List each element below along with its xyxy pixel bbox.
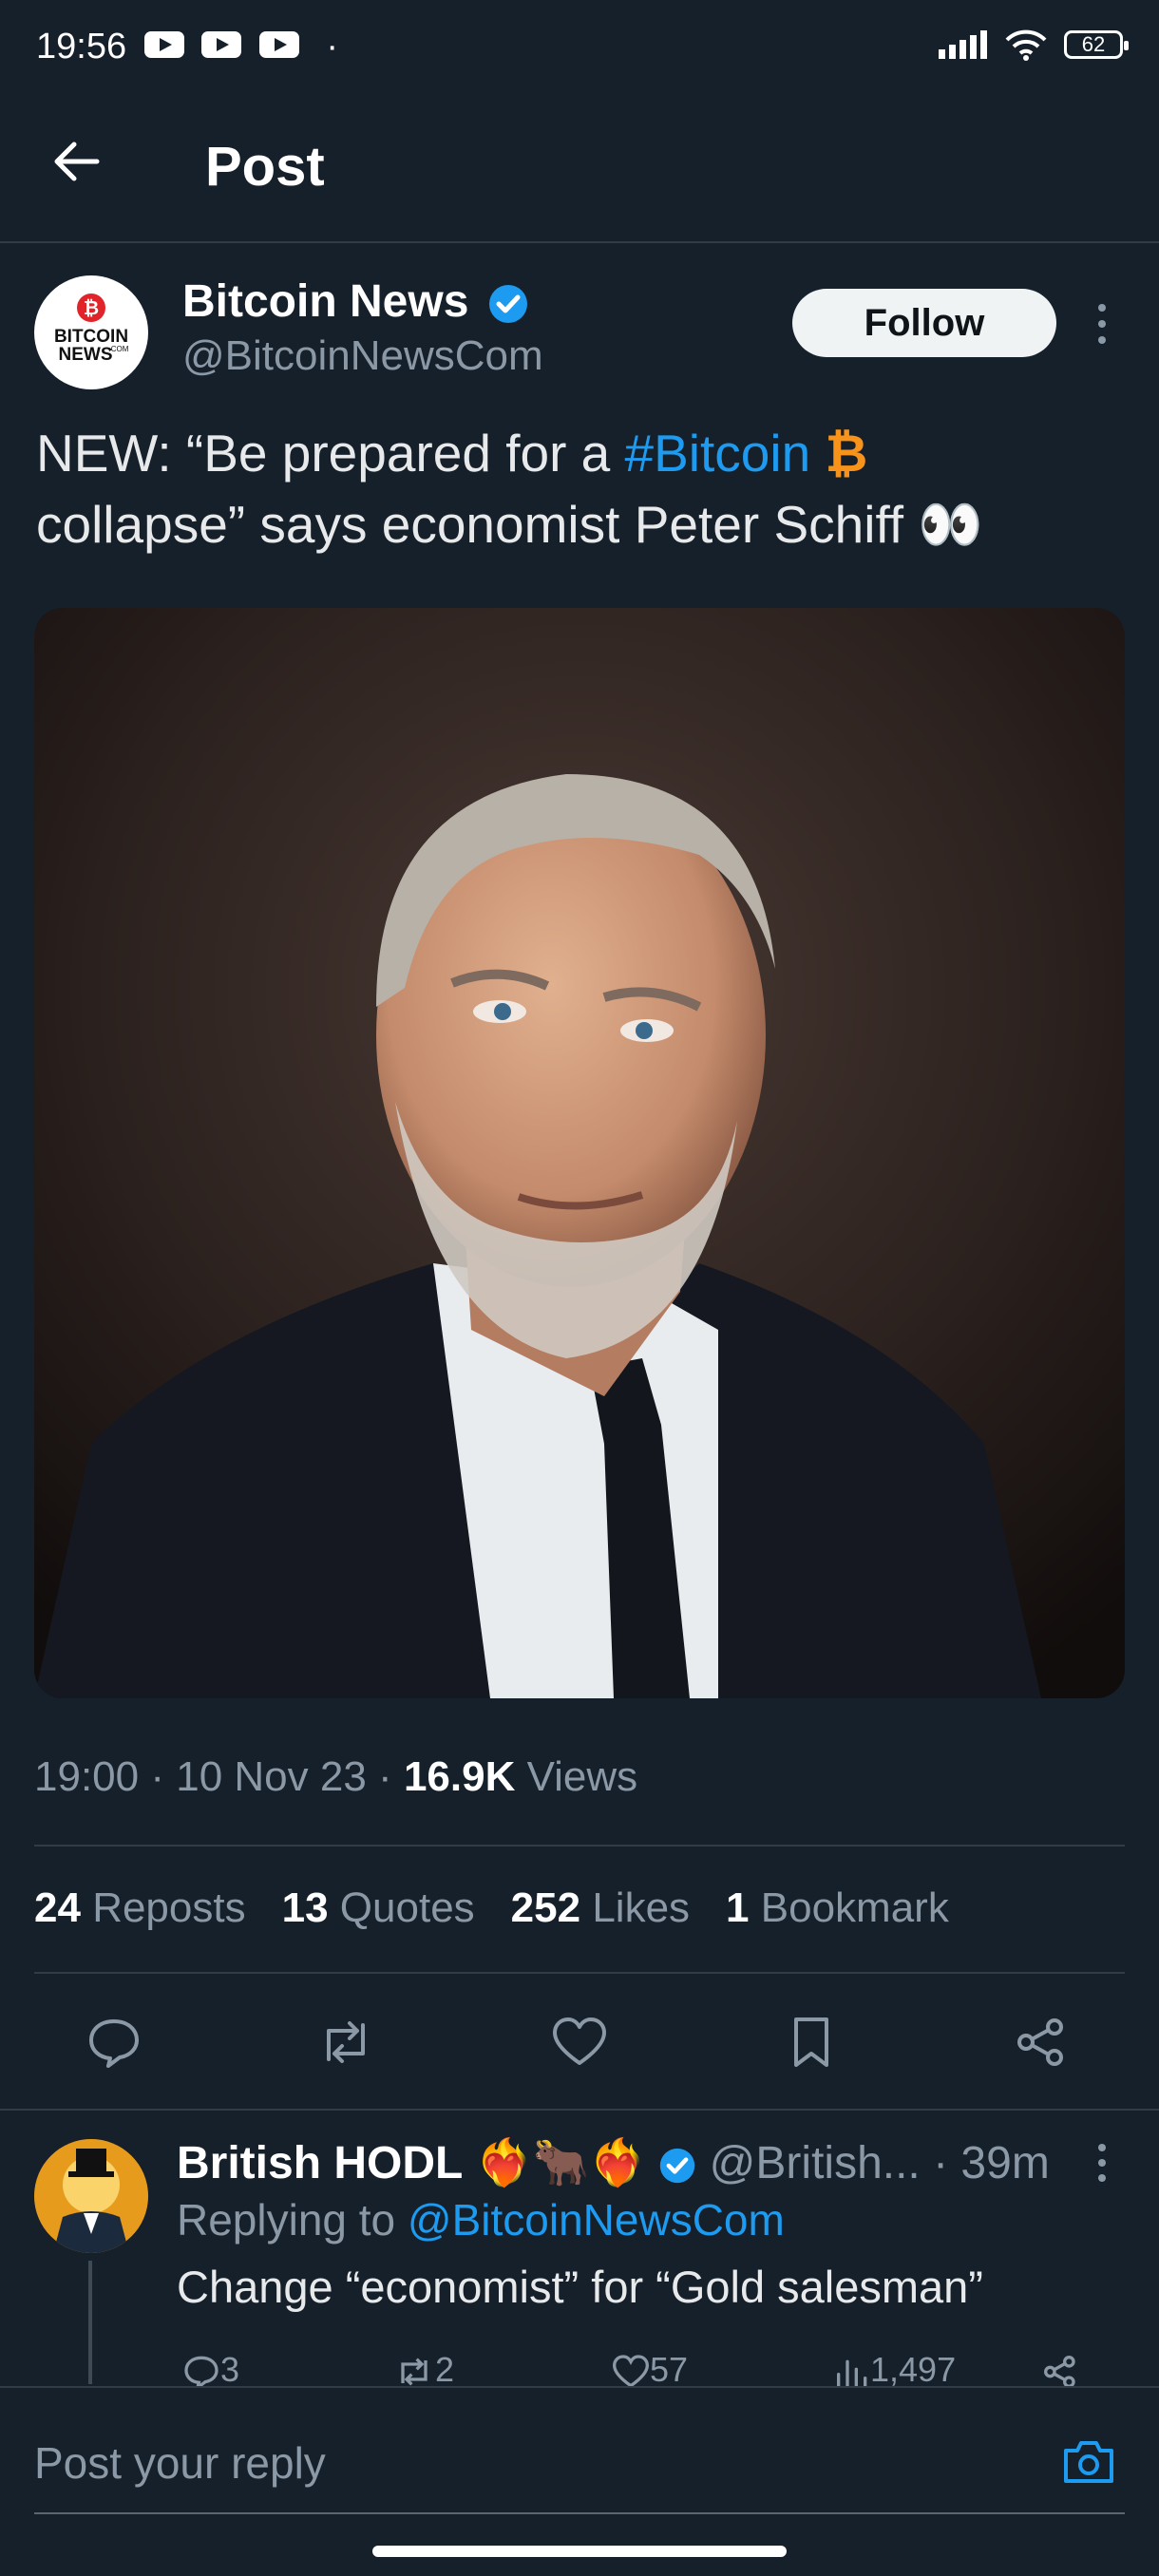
reply-reposts-count: 2 xyxy=(435,2350,455,2389)
stat-reposts[interactable]: 24 Reposts xyxy=(34,1885,246,1932)
meta-separator: · xyxy=(150,1753,164,1800)
reply-comment-button[interactable]: 3 xyxy=(182,2350,240,2393)
engagement-stats: 24 Reposts 13 Quotes 252 Likes 1 Bookmar… xyxy=(34,1885,949,1932)
post-time: 19:00 xyxy=(34,1753,140,1800)
replying-to-label: Replying to xyxy=(177,2195,396,2245)
back-arrow-icon xyxy=(54,142,100,181)
reply-views-button[interactable]: 1,497 xyxy=(832,2350,956,2391)
battery-icon: 62 xyxy=(1064,30,1129,59)
reply-input[interactable]: Post your reply xyxy=(34,2437,326,2489)
meta-separator: · xyxy=(378,1753,392,1800)
reply-author-name: British HODL xyxy=(177,2138,464,2188)
post-image[interactable] xyxy=(34,608,1125,1698)
eyes-emoji: 👀 xyxy=(918,495,983,554)
reply-emojis: ❤️‍🔥🐂❤️‍🔥 xyxy=(475,2138,646,2188)
stat-quotes[interactable]: 13 Quotes xyxy=(282,1885,475,1932)
camera-button[interactable] xyxy=(1060,2434,1117,2491)
reply-share-button[interactable] xyxy=(1041,2350,1079,2391)
bitcoin-symbol-icon: ₿ xyxy=(825,423,868,483)
reply-text: Change “economist” for “Gold salesman” xyxy=(177,2262,983,2312)
reply-action-bar: 3 2 57 1,497 xyxy=(177,2350,1089,2393)
post-meta: 19:00 · 10 Nov 23 · 16.9K Views xyxy=(34,1753,637,1801)
post-date: 10 Nov 23 xyxy=(176,1753,367,1800)
status-icons: 62 xyxy=(939,28,1129,61)
reply-repost-button[interactable]: 2 xyxy=(393,2350,454,2391)
follow-button[interactable]: Follow xyxy=(792,289,1056,357)
post-text: NEW: “Be prepared for a #Bitcoin ₿ colla… xyxy=(36,418,1129,560)
verified-badge-icon xyxy=(488,285,527,324)
logo-line2: NEWS xyxy=(59,345,113,365)
views-count: 16.9K xyxy=(403,1753,516,1800)
thread-connector xyxy=(88,2261,92,2384)
author-name-row[interactable]: Bitcoin News xyxy=(182,275,529,328)
youtube-notification-icon xyxy=(258,31,299,58)
reply-header[interactable]: British HODL ❤️‍🔥🐂❤️‍🔥 @British... · 39m xyxy=(177,2135,1050,2189)
bookmark-icon xyxy=(794,2017,828,2067)
reply-author-handle: @British... xyxy=(709,2138,921,2188)
composer-divider xyxy=(0,2386,1159,2388)
logo-small: .COM xyxy=(109,345,129,353)
reply-time: · 39m xyxy=(933,2138,1050,2188)
home-indicator[interactable] xyxy=(372,2546,787,2557)
heart-icon xyxy=(553,2017,606,2065)
signal-icon xyxy=(939,30,987,59)
composer-underline xyxy=(34,2512,1125,2514)
status-time: 19:56 · xyxy=(36,27,338,67)
author-name: Bitcoin News xyxy=(182,276,469,327)
wifi-icon xyxy=(1005,29,1047,61)
reply-more-icon[interactable] xyxy=(1092,2141,1112,2185)
stat-likes[interactable]: 252 Likes xyxy=(511,1885,690,1932)
author-avatar[interactable]: ₿ BITCOIN NEWS .COM xyxy=(34,275,148,389)
bitcoin-news-logo: ₿ BITCOIN NEWS .COM xyxy=(54,294,129,365)
camera-icon xyxy=(1064,2441,1113,2483)
post-text-prefix: NEW: “Be prepared for a xyxy=(36,424,625,483)
replying-to-handle[interactable]: @BitcoinNewsCom xyxy=(408,2195,785,2245)
replying-to: Replying to @BitcoinNewsCom xyxy=(177,2194,785,2245)
youtube-notification-icon xyxy=(143,31,184,58)
verified-badge-icon xyxy=(660,2149,695,2184)
logo-line1: BITCOIN xyxy=(54,327,128,347)
youtube-notification-icon xyxy=(201,31,242,58)
back-button[interactable] xyxy=(48,133,114,199)
status-clock: 19:56 xyxy=(36,27,127,66)
more-options-icon[interactable] xyxy=(1092,300,1112,348)
views-label: Views xyxy=(526,1753,638,1800)
status-dot: · xyxy=(326,27,338,66)
british-hodl-avatar xyxy=(34,2139,148,2253)
battery-level: 62 xyxy=(1081,32,1106,56)
page-title: Post xyxy=(205,136,325,198)
repost-icon xyxy=(327,2021,365,2063)
hashtag-link[interactable]: #Bitcoin xyxy=(625,424,811,483)
stat-bookmarks[interactable]: 1 Bookmark xyxy=(726,1885,949,1932)
reply-avatar[interactable] xyxy=(34,2139,148,2253)
meta-divider xyxy=(34,1845,1125,1847)
bookmark-button[interactable] xyxy=(773,2004,849,2080)
logo-bitcoin-symbol: ₿ xyxy=(84,296,99,319)
reply-button[interactable] xyxy=(76,2004,152,2080)
stats-divider xyxy=(34,1972,1125,1974)
portrait-photo xyxy=(34,608,1125,1698)
reply-views-count: 1,497 xyxy=(870,2350,957,2389)
repost-button[interactable] xyxy=(308,2004,384,2080)
like-button[interactable] xyxy=(542,2004,618,2080)
author-handle[interactable]: @BitcoinNewsCom xyxy=(182,332,543,380)
reply-replies-count: 3 xyxy=(220,2350,240,2389)
header-divider xyxy=(0,241,1159,243)
comment-icon xyxy=(89,2019,139,2068)
share-button[interactable] xyxy=(1003,2004,1079,2080)
reply-like-button[interactable]: 57 xyxy=(612,2350,688,2391)
share-icon xyxy=(1017,2018,1063,2066)
post-text-suffix: collapse” says economist Peter Schiff xyxy=(36,495,904,554)
reply-likes-count: 57 xyxy=(650,2350,689,2389)
post-action-bar xyxy=(0,2004,1159,2080)
actions-divider xyxy=(0,2109,1159,2111)
